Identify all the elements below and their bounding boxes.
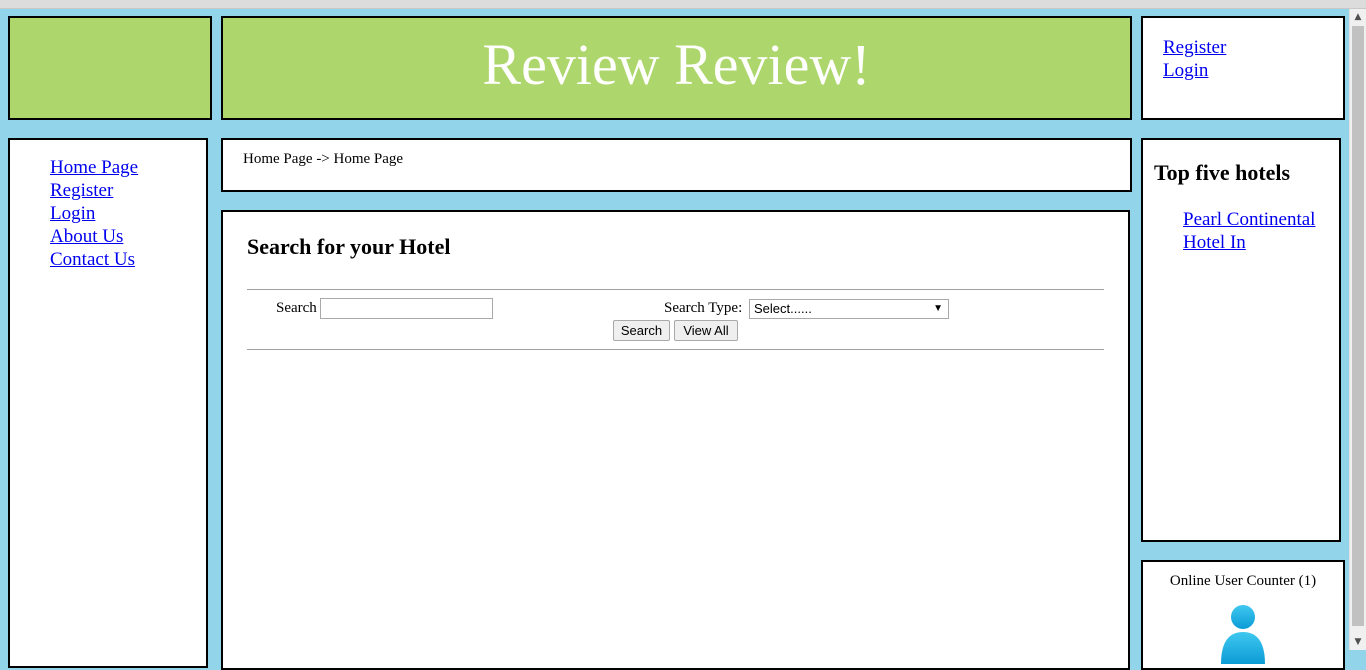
header-banner: Review Review! [221, 16, 1132, 120]
sidebar-nav-list: Home Page Register Login About Us Contac… [50, 156, 138, 271]
view-all-button[interactable]: View All [674, 320, 738, 341]
top-hotels-list: Pearl Continental Hotel In [1183, 208, 1315, 254]
sidebar-item-about-us[interactable]: About Us [50, 225, 138, 248]
breadcrumb: Home Page -> Home Page [243, 151, 404, 167]
search-type-label: Search Type: [664, 300, 743, 316]
login-link[interactable]: Login [1163, 59, 1226, 82]
divider-top [247, 289, 1104, 290]
main-content: Search for your Hotel Search Search Type… [221, 210, 1130, 670]
page-title: Search for your Hotel [247, 234, 451, 259]
top-hotel-link[interactable]: Hotel In [1183, 231, 1315, 254]
sidebar-item-register[interactable]: Register [50, 179, 138, 202]
sidebar-item-contact-us[interactable]: Contact Us [50, 248, 138, 271]
sidebar-item-home-page[interactable]: Home Page [50, 156, 138, 179]
divider-bottom [247, 349, 1104, 350]
search-button[interactable]: Search [613, 320, 670, 341]
search-label: Search [276, 300, 317, 316]
browser-top-strip [0, 0, 1366, 9]
site-title: Review Review! [482, 32, 871, 97]
vertical-scrollbar[interactable]: ▲ ▼ [1349, 9, 1366, 650]
sidebar-nav: Home Page Register Login About Us Contac… [8, 138, 208, 668]
search-type-selected: Select...... [754, 301, 812, 316]
user-icon [1221, 605, 1265, 664]
online-counter-box: Online User Counter (1) [1141, 560, 1345, 670]
register-link[interactable]: Register [1163, 36, 1226, 59]
top-hotels-title: Top five hotels [1154, 160, 1291, 185]
dropdown-arrow-icon: ▼ [933, 303, 943, 314]
top-hotel-link[interactable]: Pearl Continental [1183, 208, 1315, 231]
scroll-down-arrow-icon[interactable]: ▼ [1350, 634, 1366, 650]
logo-box [8, 16, 212, 120]
scroll-up-arrow-icon[interactable]: ▲ [1350, 9, 1366, 25]
auth-links: Register Login [1163, 36, 1226, 82]
top-hotels-box: Top five hotels Pearl Continental Hotel … [1141, 138, 1341, 542]
auth-links-box: Register Login [1141, 16, 1345, 120]
online-user-counter: Online User Counter (1) [1169, 573, 1317, 589]
search-input[interactable] [320, 298, 493, 319]
sidebar-item-login[interactable]: Login [50, 202, 138, 225]
scrollbar-thumb[interactable] [1352, 26, 1364, 626]
breadcrumb-box: Home Page -> Home Page [221, 138, 1132, 192]
search-type-select[interactable]: Select...... ▼ [749, 299, 949, 319]
